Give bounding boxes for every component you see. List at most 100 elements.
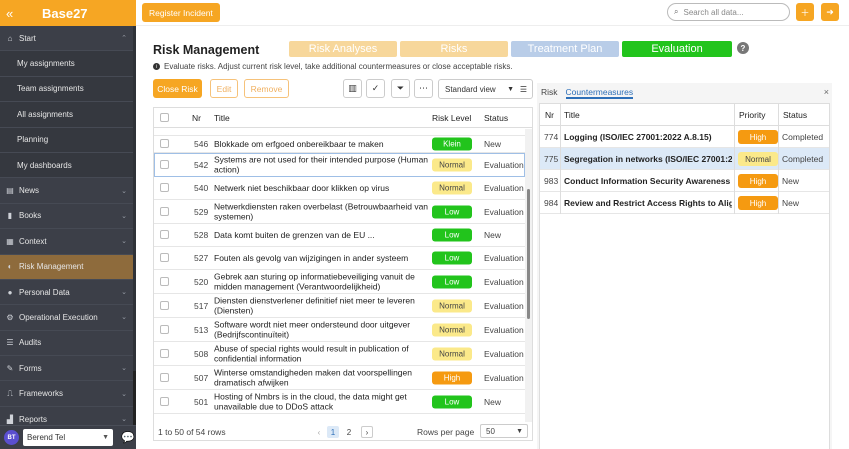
countermeasure-row[interactable]: 983 Conduct Information Security Awarenes…: [540, 170, 829, 192]
table-row[interactable]: 527 Fouten als gevolg van wijzigingen in …: [154, 247, 525, 270]
sidebar-item-personal-data[interactable]: ● Personal Data ⌄: [0, 280, 136, 306]
select-all-checkbox[interactable]: [160, 113, 169, 122]
table-row[interactable]: 540 Netwerk niet beschikbaar door klikken…: [154, 177, 525, 200]
register-incident-button[interactable]: Register Incident: [142, 3, 220, 22]
risk-status: Evaluation: [484, 348, 524, 359]
table-row[interactable]: 501 Hosting of Nmbrs is in the cloud, the…: [154, 390, 525, 414]
sidebar-item-audits[interactable]: ☰ Audits: [0, 331, 136, 357]
table-row[interactable]: 546 Blokkade om erfgoed onbereikbaar te m…: [154, 136, 525, 153]
col-risk-level[interactable]: Risk Level: [432, 113, 471, 123]
table-row[interactable]: 542 Systems are not used for their intend…: [154, 153, 525, 177]
prev-page-button[interactable]: ‹: [313, 426, 325, 438]
table-row[interactable]: 528 Data komt buiten de grenzen van de EU…: [154, 224, 525, 247]
sidebar-item-books[interactable]: ▮ Books ⌄: [0, 204, 136, 230]
sidebar-item-risk-management[interactable]: ◐ Risk Management: [0, 254, 136, 280]
table-row[interactable]: 520 Gebrek aan sturing op informatiebevei…: [154, 270, 525, 294]
row-checkbox[interactable]: [160, 183, 169, 192]
cm-col-status[interactable]: Status: [783, 110, 807, 120]
search-input[interactable]: ⌕ Search all data...: [667, 3, 790, 21]
table-row[interactable]: 508 Abuse of special rights would result …: [154, 342, 525, 366]
phase-tab-evaluation[interactable]: Evaluation: [622, 41, 732, 57]
risk-nr: 540: [194, 183, 209, 193]
risk-table-scroll-thumb[interactable]: [527, 189, 530, 319]
next-page-button[interactable]: ›: [361, 426, 373, 438]
logout-icon[interactable]: ➜: [821, 3, 839, 21]
row-checkbox[interactable]: [160, 300, 169, 310]
tab-risk[interactable]: Risk: [541, 87, 558, 99]
table-row[interactable]: 513 Software wordt niet meer ondersteund …: [154, 318, 525, 342]
cm-status: New: [782, 176, 800, 186]
cm-col-priority[interactable]: Priority: [739, 110, 765, 120]
sidebar-item-frameworks[interactable]: ⎍ Frameworks ⌄: [0, 381, 136, 407]
table-row[interactable]: 529 Netwerkdiensten raken overbelast (Bet…: [154, 200, 525, 224]
close-icon[interactable]: ×: [824, 87, 829, 97]
sidebar-item-label: Frameworks: [19, 389, 64, 399]
avatar[interactable]: BT: [4, 430, 19, 445]
risk-status: Evaluation: [484, 276, 524, 287]
collapse-sidebar-icon[interactable]: «: [6, 6, 30, 21]
columns-icon[interactable]: ▥: [343, 79, 362, 98]
col-title[interactable]: Title: [214, 113, 230, 123]
sidebar-item-start[interactable]: ⌂ Start ⌃: [0, 26, 136, 52]
chevron-down-icon: ⌄: [121, 212, 127, 220]
audit-icon: ☰: [6, 338, 14, 348]
risk-nr: 501: [194, 396, 209, 407]
row-checkbox[interactable]: [160, 253, 169, 262]
chat-icon[interactable]: 💬: [121, 431, 135, 444]
risk-table-scrollbar[interactable]: [525, 129, 532, 422]
filter-icon[interactable]: ⏷: [391, 79, 410, 98]
view-select[interactable]: Standard view ▼ ☰: [438, 79, 533, 99]
cm-col-title[interactable]: Title: [564, 110, 580, 120]
row-checkbox[interactable]: [160, 276, 169, 286]
sidebar-item-context[interactable]: ▦ Context ⌄: [0, 229, 136, 255]
check-all-icon[interactable]: ✓: [366, 79, 385, 98]
table-row[interactable]: 507 Winterse omstandigheden maken dat voo…: [154, 366, 525, 390]
col-nr[interactable]: Nr: [192, 113, 201, 123]
row-checkbox[interactable]: [160, 230, 169, 239]
row-checkbox[interactable]: [160, 348, 169, 358]
add-icon[interactable]: ＋: [796, 3, 814, 21]
help-icon[interactable]: ?: [737, 42, 749, 54]
risk-level-badge: Klein: [432, 137, 472, 151]
edit-button[interactable]: Edit: [210, 79, 238, 98]
page-2-button[interactable]: 2: [343, 426, 355, 438]
row-checkbox[interactable]: [160, 159, 169, 169]
countermeasure-row[interactable]: 984 Review and Restrict Access Rights to …: [540, 192, 829, 214]
risk-title: Abuse of special rights would result in …: [214, 343, 409, 364]
phase-tab-risk-analyses[interactable]: Risk Analyses: [289, 41, 397, 57]
sidebar-item-planning[interactable]: Planning: [0, 127, 136, 153]
cm-col-nr[interactable]: Nr: [545, 110, 554, 120]
cm-title: Conduct Information Security Awareness T…: [564, 176, 732, 186]
sidebar-item-my-assignments[interactable]: My assignments: [0, 51, 136, 77]
table-row[interactable]: 517 Diensten dienstverlener definitief ni…: [154, 294, 525, 318]
col-status[interactable]: Status: [484, 113, 508, 123]
row-checkbox[interactable]: [160, 139, 169, 148]
sidebar-item-my-dashboards[interactable]: My dashboards: [0, 152, 136, 179]
row-checkbox[interactable]: [160, 372, 169, 382]
sliders-icon[interactable]: ☰: [520, 85, 527, 94]
sidebar-item-forms[interactable]: ✎ Forms ⌄: [0, 356, 136, 382]
rows-per-page-select[interactable]: 50 ▼: [480, 424, 528, 438]
remove-button[interactable]: Remove: [244, 79, 289, 98]
chevron-down-icon: ⌄: [121, 365, 127, 373]
row-checkbox[interactable]: [160, 324, 169, 334]
sidebar-item-team-assignments[interactable]: Team assignments: [0, 76, 136, 103]
risk-title: Software wordt niet meer ondersteund doo…: [214, 319, 411, 340]
countermeasure-row[interactable]: 774 Logging (ISO/IEC 27001:2022 A.8.15) Hi…: [540, 126, 829, 148]
more-icon[interactable]: ⋯: [414, 79, 433, 98]
close-risk-button[interactable]: Close Risk: [153, 79, 202, 98]
countermeasure-row[interactable]: 775 Segregation in networks (ISO/IEC 2700…: [540, 148, 829, 170]
row-checkbox[interactable]: [160, 396, 169, 406]
tab-countermeasures[interactable]: Countermeasures: [565, 87, 634, 99]
sidebar-item-label: Context: [19, 236, 47, 246]
sidebar-item-news[interactable]: ▤ News ⌄: [0, 178, 136, 204]
phase-tab-treatment-plan[interactable]: Treatment Plan: [511, 41, 619, 57]
user-select[interactable]: Berend Tel ▼: [23, 429, 113, 446]
sidebar-item-all-assignments[interactable]: All assignments: [0, 102, 136, 128]
gear-icon: ⚙: [6, 312, 14, 322]
risk-level-badge: Normal: [432, 158, 472, 171]
page-1-button[interactable]: 1: [327, 426, 339, 438]
sidebar-item-operational-execution[interactable]: ⚙ Operational Execution ⌄: [0, 305, 136, 331]
row-checkbox[interactable]: [160, 206, 169, 216]
phase-tab-risks[interactable]: Risks: [400, 41, 508, 57]
